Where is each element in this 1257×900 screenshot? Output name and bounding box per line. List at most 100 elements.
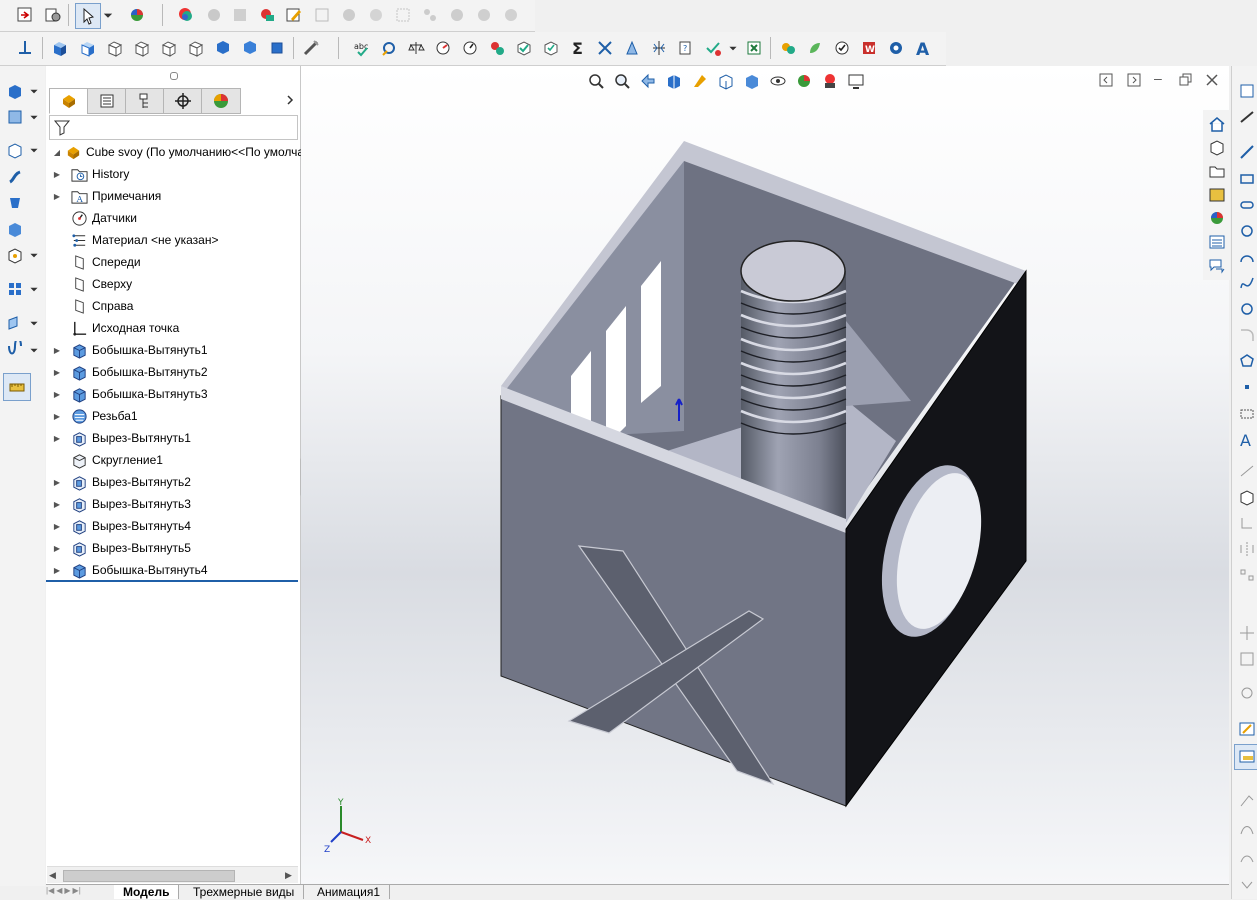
scroll-down-icon[interactable] (1236, 874, 1257, 896)
chevron-down-icon[interactable] (28, 106, 40, 128)
measure-icon[interactable] (300, 37, 322, 59)
convert-entities-icon[interactable] (1236, 486, 1257, 508)
edit-appearance-hud-icon[interactable] (794, 71, 814, 91)
tree-item[interactable]: ▶ Вырез-Вытянуть2 (52, 471, 191, 493)
zoom-to-area-icon[interactable] (612, 71, 632, 91)
expand-arrow-icon[interactable]: ▶ (52, 434, 62, 443)
view-settings-icon[interactable] (846, 71, 866, 91)
dynamic-annotation-icon[interactable] (690, 71, 710, 91)
scrollbar-thumb[interactable] (63, 870, 235, 882)
tree-item[interactable]: ▶ Бобышка-Вытянуть2 (52, 361, 208, 383)
chevron-down-icon[interactable] (28, 244, 40, 266)
expand-arrow-icon[interactable]: ◢ (52, 148, 62, 157)
close-icon[interactable] (1205, 73, 1219, 87)
tab-configuration-manager[interactable] (125, 88, 165, 114)
section-view-icon[interactable] (664, 71, 684, 91)
expand-arrow-icon[interactable]: ▶ (52, 544, 62, 553)
rebuild-icon[interactable] (14, 4, 36, 26)
view-right-icon[interactable] (131, 37, 153, 59)
tab-property-manager[interactable] (87, 88, 127, 114)
tab-feature-manager[interactable] (49, 88, 89, 114)
compare-icon[interactable]: ? (675, 37, 697, 59)
view-dimetric-icon[interactable] (266, 37, 288, 59)
model-cube[interactable]: X (491, 141, 1041, 811)
offset-icon[interactable] (1236, 512, 1257, 534)
mirror-icon[interactable] (1236, 538, 1257, 560)
tree-item[interactable]: ▶ Бобышка-Вытянуть4 (52, 559, 208, 581)
statistics-icon[interactable] (486, 37, 508, 59)
tree-item[interactable]: ▶ Вырез-Вытянуть5 (52, 537, 191, 559)
tab-animation[interactable]: Анимация1 (308, 885, 391, 899)
linear-pattern-icon[interactable] (4, 278, 26, 300)
zoom-to-fit-icon[interactable] (586, 71, 606, 91)
view-left-icon[interactable] (104, 37, 126, 59)
smart-dimension-icon[interactable] (1236, 106, 1257, 128)
point-icon[interactable] (1236, 376, 1257, 398)
instant2d-icon[interactable] (1236, 790, 1257, 812)
ellipse-icon[interactable] (1236, 298, 1257, 320)
sketch-icon[interactable] (1236, 80, 1257, 102)
trim-icon[interactable] (1236, 460, 1257, 482)
tree-item[interactable]: ▶ A Примечания (52, 185, 161, 207)
move-entities-icon[interactable] (1236, 622, 1257, 644)
geometry-analysis-icon[interactable] (540, 37, 562, 59)
settings-icon[interactable] (885, 37, 907, 59)
prev-tab-icon[interactable]: ◀ (56, 886, 62, 898)
last-tab-icon[interactable]: ▶| (73, 886, 81, 898)
tree-item[interactable]: ▶ Резьба1 (52, 405, 138, 427)
hole-wizard-icon[interactable] (4, 244, 26, 266)
graphics-area[interactable]: – Y X Z (301, 66, 1229, 884)
options-icon[interactable] (42, 4, 64, 26)
expand-arrow-icon[interactable]: ▶ (52, 522, 62, 531)
previous-view-icon[interactable] (638, 71, 658, 91)
forum-icon[interactable] (1206, 255, 1228, 277)
curves-icon[interactable] (4, 339, 26, 361)
chevron-down-icon[interactable] (28, 339, 40, 361)
tab-dimxpert-manager[interactable] (163, 88, 203, 114)
mass-properties-icon[interactable] (405, 37, 427, 59)
select-icon[interactable] (75, 3, 101, 29)
text-icon[interactable]: A (912, 37, 934, 59)
minimize-icon[interactable]: – (1154, 70, 1168, 86)
sensor-icon[interactable] (459, 37, 481, 59)
chevron-down-icon[interactable] (28, 139, 40, 161)
view-top-icon[interactable] (158, 37, 180, 59)
tree-item[interactable]: Датчики (52, 207, 137, 229)
scroll-right-icon[interactable]: ▶ (285, 870, 292, 881)
display-style-icon[interactable] (742, 71, 762, 91)
lofted-boss-icon[interactable] (4, 192, 26, 214)
hide-show-items-icon[interactable] (768, 71, 788, 91)
edit-appearance-icon[interactable] (175, 4, 197, 26)
extruded-cut-icon[interactable] (4, 139, 26, 161)
expand-arrow-icon[interactable]: ▶ (52, 566, 62, 575)
excel-export-icon[interactable] (743, 37, 765, 59)
home-icon[interactable] (1206, 113, 1228, 135)
tree-item[interactable]: ▶ Бобышка-Вытянуть1 (52, 339, 208, 361)
chevron-down-icon[interactable] (727, 37, 739, 59)
rapid-sketch-icon[interactable] (1234, 744, 1257, 770)
tree-item[interactable]: Справа (52, 295, 133, 317)
chevron-down-icon[interactable] (28, 278, 40, 300)
expand-arrow-icon[interactable]: ▶ (52, 390, 62, 399)
expand-arrow-icon[interactable]: ▶ (52, 478, 62, 487)
spell-check-icon[interactable]: abc (351, 37, 373, 59)
restore-icon[interactable] (1179, 73, 1193, 87)
symmetry-check-icon[interactable] (648, 37, 670, 59)
fillet-icon[interactable] (4, 218, 26, 240)
file-explorer-icon[interactable] (1206, 160, 1228, 182)
tree-item[interactable]: ▶ Вырез-Вытянуть3 (52, 493, 191, 515)
spline-icon[interactable] (1236, 272, 1257, 294)
polygon-icon[interactable] (1236, 350, 1257, 372)
chevron-right-icon[interactable] (283, 91, 297, 109)
text-icon[interactable]: A (1236, 428, 1257, 450)
tree-item[interactable]: ▶ History (52, 163, 129, 185)
tree-item[interactable]: Скругление1 (52, 449, 163, 471)
origin-icon[interactable] (14, 37, 36, 59)
tree-horizontal-scrollbar[interactable]: ◀ ▶ (47, 866, 298, 883)
chevron-down-icon[interactable] (28, 80, 40, 102)
panel-grip-icon[interactable] (170, 72, 178, 80)
chevron-down-icon[interactable] (28, 312, 40, 334)
reference-geometry-icon[interactable] (4, 312, 26, 334)
rectangle-icon[interactable] (1236, 168, 1257, 190)
expand-arrow-icon[interactable]: ▶ (52, 192, 62, 201)
